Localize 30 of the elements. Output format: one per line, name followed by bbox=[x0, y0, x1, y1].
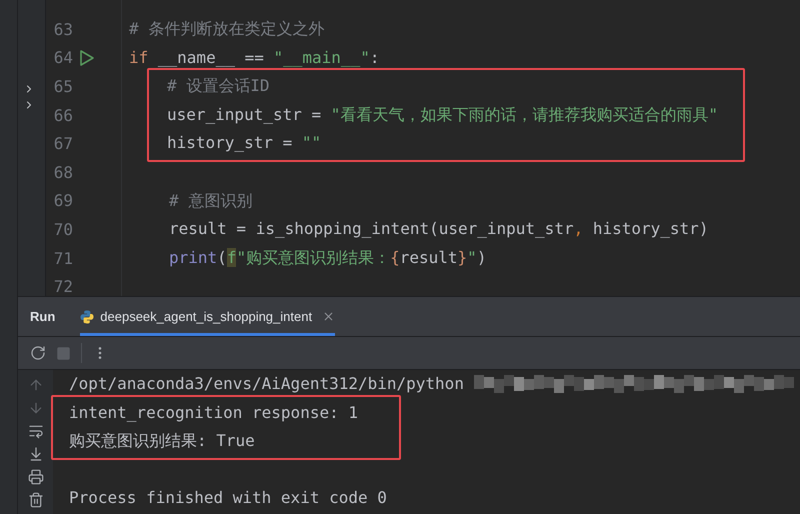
soft-wrap-icon[interactable] bbox=[28, 423, 44, 439]
rerun-icon[interactable] bbox=[30, 345, 46, 361]
line-number: 69 bbox=[52, 191, 73, 210]
code-line: history_str = "" bbox=[166, 132, 322, 154]
code-line: if __name__ == "__main__": bbox=[129, 46, 380, 69]
code-line: result = is_shopping_intent(user_input_str, history_str) bbox=[168, 218, 710, 240]
line-number: 70 bbox=[52, 220, 73, 239]
line-number: 65 bbox=[52, 76, 73, 96]
console-output-line: Process finished with exit code 0 bbox=[69, 487, 387, 509]
print-icon[interactable] bbox=[28, 469, 44, 485]
console-output-line: intent_recognition response: 1 bbox=[69, 402, 358, 424]
python-icon bbox=[80, 310, 94, 324]
line-number: 66 bbox=[52, 106, 73, 125]
code-line: # 意图识别 bbox=[168, 190, 254, 212]
line-number: 68 bbox=[52, 162, 73, 182]
code-line: print(f"购买意图识别结果：{result}") bbox=[168, 246, 488, 269]
run-icon[interactable] bbox=[79, 48, 95, 67]
console-output-line: /opt/anaconda3/envs/AiAgent312/bin/python bbox=[69, 373, 464, 395]
console-output-line: 购买意图识别结果: True bbox=[69, 430, 255, 452]
code-line: # 条件判断放在类定义之外 bbox=[129, 18, 326, 40]
line-number: 72 bbox=[52, 277, 73, 296]
line-number: 63 bbox=[52, 20, 73, 39]
line-number: 64 bbox=[52, 48, 73, 68]
trash-icon[interactable] bbox=[28, 492, 44, 508]
run-panel-title: Run bbox=[29, 309, 56, 324]
line-number: 71 bbox=[52, 248, 73, 268]
line-number: 67 bbox=[52, 134, 73, 154]
close-icon[interactable] bbox=[322, 310, 336, 323]
code-line: user_input_str = "看看天气，如果下雨的话，请推荐我购买适合的雨具" bbox=[166, 104, 720, 126]
code-line: # 设置会话ID bbox=[166, 75, 271, 98]
